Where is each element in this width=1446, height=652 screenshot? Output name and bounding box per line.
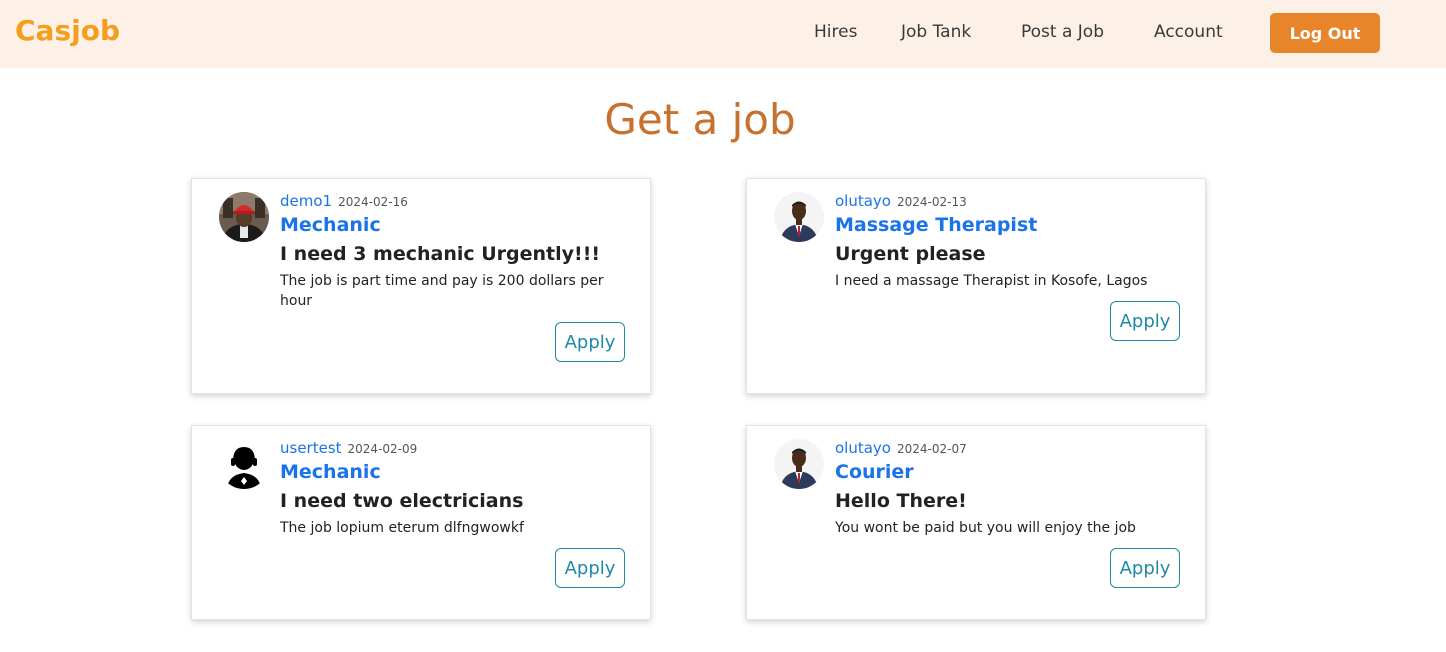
user-silhouette-icon bbox=[219, 439, 269, 489]
photo-avatar-suit-icon bbox=[774, 439, 824, 489]
nav-link-hires[interactable]: Hires bbox=[814, 22, 857, 42]
nav-link-account[interactable]: Account bbox=[1154, 22, 1223, 42]
job-title: I need 3 mechanic Urgently!!! bbox=[280, 243, 601, 265]
post-username[interactable]: olutayo bbox=[835, 192, 891, 210]
post-meta: usertest 2024-02-09 bbox=[280, 438, 417, 457]
user-avatar bbox=[774, 192, 824, 242]
job-category[interactable]: Massage Therapist bbox=[835, 214, 1037, 236]
post-username[interactable]: demo1 bbox=[280, 192, 332, 210]
user-avatar bbox=[219, 192, 269, 242]
apply-button[interactable]: Apply bbox=[555, 548, 625, 588]
job-title: Urgent please bbox=[835, 243, 986, 265]
post-meta: demo1 2024-02-16 bbox=[280, 191, 408, 210]
post-username[interactable]: olutayo bbox=[835, 439, 891, 457]
page-title: Get a job bbox=[604, 95, 796, 144]
job-category[interactable]: Mechanic bbox=[280, 214, 381, 236]
job-description: The job lopium eterum dlfngwowkf bbox=[280, 520, 524, 536]
job-card: olutayo 2024-02-07 Courier Hello There! Y… bbox=[746, 425, 1206, 620]
job-category[interactable]: Courier bbox=[835, 461, 914, 483]
photo-avatar-suit-icon bbox=[774, 192, 824, 242]
job-description: You wont be paid but you will enjoy the … bbox=[835, 520, 1136, 536]
post-date: 2024-02-07 bbox=[896, 442, 967, 456]
job-category[interactable]: Mechanic bbox=[280, 461, 381, 483]
nav-link-post-job[interactable]: Post a Job bbox=[1021, 22, 1104, 42]
apply-button[interactable]: Apply bbox=[1110, 548, 1180, 588]
post-meta: olutayo 2024-02-13 bbox=[835, 191, 967, 210]
logout-button[interactable]: Log Out bbox=[1270, 13, 1380, 53]
nav-link-job-tank[interactable]: Job Tank bbox=[901, 22, 971, 42]
job-card: olutayo 2024-02-13 Massage Therapist Urge… bbox=[746, 178, 1206, 394]
post-date: 2024-02-09 bbox=[347, 442, 418, 456]
post-username[interactable]: usertest bbox=[280, 439, 342, 457]
nav-links: Hires Job Tank Post a Job Account bbox=[0, 0, 1446, 68]
job-card: demo1 2024-02-16 Mechanic I need 3 mechan… bbox=[191, 178, 651, 394]
post-meta: olutayo 2024-02-07 bbox=[835, 438, 967, 457]
job-title: Hello There! bbox=[835, 490, 967, 512]
post-date: 2024-02-16 bbox=[338, 195, 408, 209]
job-description: The job is part time and pay is 200 doll… bbox=[280, 273, 604, 309]
user-avatar bbox=[774, 439, 824, 489]
job-title: I need two electricians bbox=[280, 490, 524, 512]
job-card: usertest 2024-02-09 Mechanic I need two e… bbox=[191, 425, 651, 620]
post-date: 2024-02-13 bbox=[896, 195, 967, 209]
top-navbar: Casjob Hires Job Tank Post a Job Account… bbox=[0, 0, 1446, 68]
apply-button[interactable]: Apply bbox=[555, 322, 625, 362]
job-description: I need a massage Therapist in Kosofe, La… bbox=[835, 273, 1148, 289]
user-avatar bbox=[219, 439, 269, 489]
apply-button[interactable]: Apply bbox=[1110, 301, 1180, 341]
photo-avatar-red-helmet-icon bbox=[219, 192, 269, 242]
